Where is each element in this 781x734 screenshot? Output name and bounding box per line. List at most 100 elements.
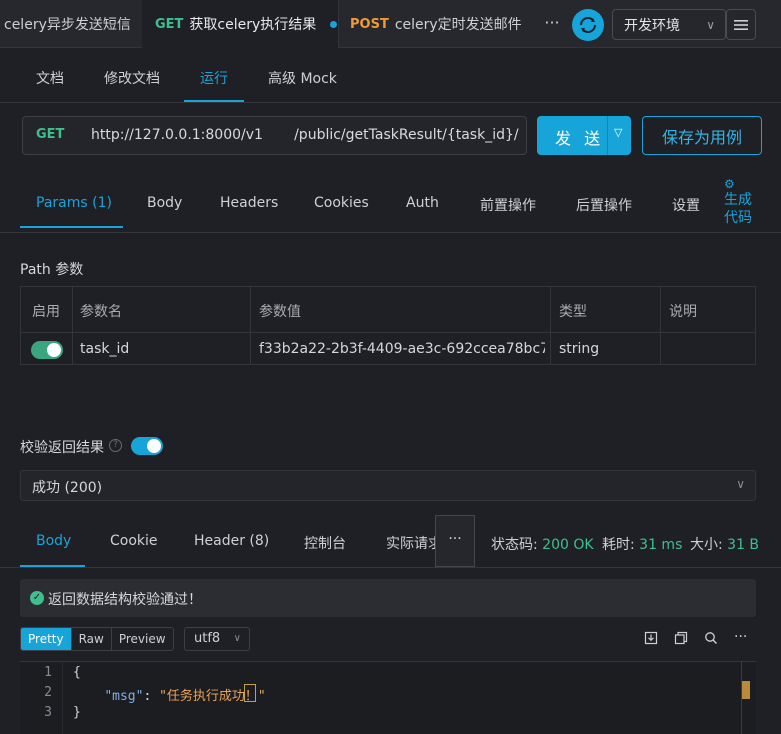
gutter-divider (62, 662, 63, 734)
header-type: 类型 (559, 304, 587, 320)
tab-console[interactable]: 控制台 (304, 533, 346, 553)
divider (0, 232, 781, 233)
column-divider (550, 287, 551, 364)
environment-value: 开发环境 (624, 17, 680, 34)
validation-pass-text: 返回数据结构校验通过！ (48, 592, 202, 608)
status-code-label: 状态码: (491, 537, 538, 553)
url-text: http://127.0.0.1:8000/v1 /public/getTask… (91, 127, 519, 143)
request-tab-3[interactable]: POST celery定时发送邮件 (338, 0, 526, 48)
tab-body[interactable]: Body (147, 195, 182, 211)
more-tabs-button[interactable]: ··· (435, 515, 475, 567)
response-body-editor[interactable]: 1 2 3 { "msg": "任务执行成功！" } (20, 661, 756, 734)
help-icon[interactable]: ? (109, 439, 122, 452)
tab-settings[interactable]: 设置 (672, 195, 700, 215)
copy-icon[interactable] (674, 631, 690, 647)
url-path: /public/getTaskResult/{task_id}/ (294, 127, 519, 143)
code-line: } (73, 705, 81, 720)
tab-headers[interactable]: Headers (220, 195, 278, 211)
validate-response-toggle[interactable] (131, 437, 163, 455)
generate-code-label: 生成代码 (724, 192, 752, 226)
param-value-cell[interactable]: f33b2a22-2b3f-4409-ae3c-692ccea78bc7 (259, 341, 545, 357)
encoding-value: utf8 (194, 631, 221, 646)
tab-response-body[interactable]: Body (36, 533, 71, 549)
header-description: 说明 (669, 304, 697, 320)
url-base: http://127.0.0.1:8000/v1 (91, 127, 263, 143)
tab-actual-request[interactable]: 实际请求 (386, 533, 436, 553)
tab-docs[interactable]: 文档 (36, 68, 64, 88)
tab-params[interactable]: Params (1) (36, 195, 112, 211)
response-time-label: 耗时: (602, 537, 635, 553)
json-colon: : (143, 689, 160, 704)
request-tab-1-label: celery异步发送短信 (4, 17, 131, 33)
line-number: 3 (44, 705, 52, 720)
response-size: 大小: 31 B (690, 534, 759, 554)
format-button-group: Pretty Raw Preview (20, 627, 174, 651)
tab-post-actions[interactable]: 后置操作 (576, 195, 632, 215)
tab-pre-actions[interactable]: 前置操作 (480, 195, 536, 215)
column-divider (250, 287, 251, 364)
response-time-value: 31 ms (639, 537, 683, 553)
send-split-divider (607, 116, 608, 155)
environment-select[interactable]: 开发环境 ∨ (612, 9, 726, 40)
line-number: 1 (44, 665, 52, 680)
response-size-label: 大小: (690, 537, 723, 553)
tab-advanced-mock[interactable]: 高级 Mock (268, 68, 337, 88)
response-size-value: 31 B (727, 537, 760, 553)
code-gen-icon: ⚙ (724, 177, 735, 191)
tab-run[interactable]: 运行 (200, 68, 228, 88)
path-params-table: 启用 参数名 参数值 类型 说明 task_id f33b2a22-2b3f-4… (20, 286, 756, 365)
request-tab-3-label: celery定时发送邮件 (394, 17, 522, 33)
download-icon[interactable] (644, 631, 660, 647)
scrollbar-marker[interactable] (742, 681, 750, 699)
code-line: "msg": "任务执行成功！" (73, 685, 265, 704)
active-tab-indicator (20, 226, 123, 228)
expected-result-value: 成功 (200) (32, 480, 103, 496)
tab-cookies[interactable]: Cookies (314, 195, 369, 211)
tab-auth[interactable]: Auth (406, 195, 439, 211)
status-code: 状态码: 200 OK (491, 534, 594, 554)
column-divider (72, 287, 73, 364)
expected-result-select[interactable]: 成功 (200) ∨ (20, 470, 756, 501)
divider (0, 567, 781, 568)
save-as-example-button[interactable]: 保存为用例 (642, 116, 762, 155)
request-tab-2-method: GET (155, 16, 184, 32)
request-tab-1[interactable]: celery异步发送短信 (0, 0, 142, 48)
validate-response-label: 校验返回结果 (20, 440, 104, 456)
line-number: 2 (44, 685, 52, 700)
sync-button[interactable] (572, 9, 604, 41)
hamburger-icon (734, 19, 748, 30)
request-tab-2-label: 获取celery执行结果 (189, 17, 317, 33)
chevron-down-icon[interactable]: ▽ (614, 126, 622, 139)
request-tab-3-method: POST (350, 16, 389, 32)
preview-button[interactable]: Preview (110, 628, 173, 650)
param-type-cell[interactable]: string (559, 341, 599, 357)
more-options-icon[interactable]: ··· (734, 630, 750, 647)
unsaved-dot-icon (330, 20, 338, 28)
status-code-value: 200 OK (542, 537, 594, 553)
encoding-select[interactable]: utf8 ∨ (184, 627, 250, 651)
param-name-cell[interactable]: task_id (80, 341, 129, 357)
text-cursor (244, 684, 256, 702)
url-method[interactable]: GET (36, 127, 64, 142)
generate-code-button[interactable]: ⚙ 生成代码 (724, 177, 754, 227)
row-divider (21, 332, 755, 333)
tab-edit-docs[interactable]: 修改文档 (104, 68, 160, 88)
chevron-down-icon: ∨ (706, 18, 715, 32)
send-label: 发 送 (555, 129, 605, 148)
tab-response-cookie[interactable]: Cookie (110, 533, 158, 549)
menu-button[interactable] (726, 9, 756, 40)
raw-button[interactable]: Raw (70, 628, 111, 650)
tab-response-header[interactable]: Header (8) (194, 533, 269, 549)
chevron-down-icon: ∨ (233, 633, 241, 644)
search-icon[interactable] (704, 631, 720, 647)
pretty-button[interactable]: Pretty (21, 628, 71, 650)
json-key: "msg" (104, 689, 144, 704)
header-enabled: 启用 (32, 304, 60, 320)
send-button[interactable]: 发 送 ▽ (537, 116, 631, 155)
url-input[interactable]: GET http://127.0.0.1:8000/v1 /public/get… (22, 116, 527, 155)
path-params-title: Path 参数 (20, 262, 84, 278)
request-tab-2-active[interactable]: GET 获取celery执行结果 (142, 0, 338, 48)
more-tabs-button[interactable]: ··· (540, 14, 564, 34)
response-time: 耗时: 31 ms (602, 534, 682, 554)
param-enabled-toggle[interactable] (31, 341, 63, 359)
